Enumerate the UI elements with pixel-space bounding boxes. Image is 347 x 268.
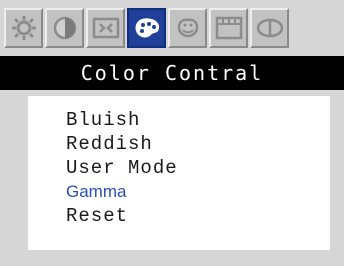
menu-item-reset[interactable]: Reset bbox=[66, 204, 178, 228]
tab-position[interactable] bbox=[86, 8, 125, 48]
tab-image-setup[interactable] bbox=[209, 8, 248, 48]
tab-bar bbox=[4, 8, 344, 52]
menu-item-gamma[interactable]: Gamma bbox=[66, 180, 178, 204]
osd-window: Color Contral Bluish Reddish User Mode G… bbox=[0, 0, 344, 266]
page-title: Color Contral bbox=[80, 61, 264, 85]
menu-panel: Bluish Reddish User Mode Gamma Reset bbox=[28, 96, 330, 250]
menu-item-reddish[interactable]: Reddish bbox=[66, 132, 178, 156]
menu-item-user-mode[interactable]: User Mode bbox=[66, 156, 178, 180]
tab-contrast[interactable] bbox=[45, 8, 84, 48]
menu-list: Bluish Reddish User Mode Gamma Reset bbox=[66, 108, 178, 228]
menu-item-bluish[interactable]: Bluish bbox=[66, 108, 178, 132]
tab-osd-settings[interactable] bbox=[168, 8, 207, 48]
tab-source-input[interactable] bbox=[250, 8, 289, 48]
tab-color-control[interactable] bbox=[127, 8, 166, 48]
tab-brightness[interactable] bbox=[4, 8, 43, 48]
title-bar: Color Contral bbox=[0, 56, 344, 90]
